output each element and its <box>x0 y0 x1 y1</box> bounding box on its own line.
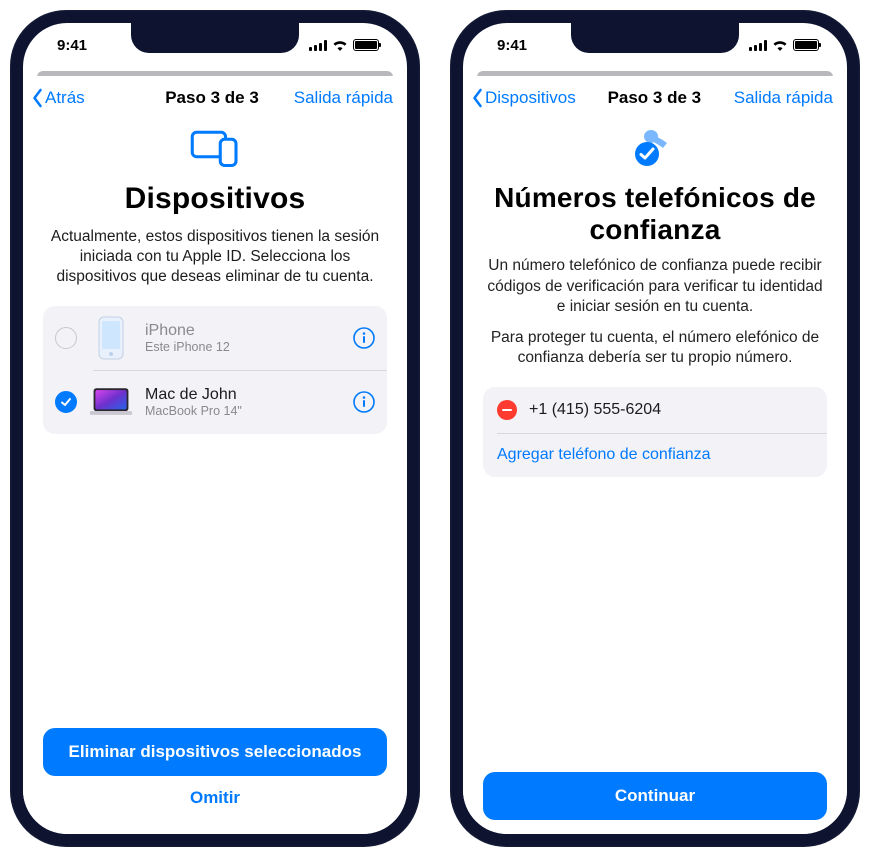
nav-step: Paso 3 de 3 <box>165 88 259 108</box>
phone-trusted-numbers: 9:41 Dispositivos Paso 3 de 3 Salida ráp… <box>450 10 860 847</box>
device-name: Mac de John <box>145 386 341 404</box>
devices-icon <box>43 124 387 172</box>
back-label: Atrás <box>45 88 85 108</box>
status-time: 9:41 <box>57 37 87 54</box>
back-button[interactable]: Dispositivos <box>471 88 576 108</box>
quick-exit-button[interactable]: Salida rápida <box>293 88 393 108</box>
nav-bar: Atrás Paso 3 de 3 Salida rápida <box>23 76 407 116</box>
page-title: Números telefónicos de confianza <box>483 182 827 246</box>
content: Números telefónicos de confianza Un núme… <box>463 116 847 834</box>
checkbox-checked[interactable] <box>55 391 77 413</box>
status-time: 9:41 <box>497 37 527 54</box>
nav-step: Paso 3 de 3 <box>608 88 702 108</box>
back-button[interactable]: Atrás <box>31 88 131 108</box>
trusted-numbers-list: +1 (415) 555-6204 Agregar teléfono de co… <box>483 387 827 477</box>
device-name: iPhone <box>145 322 341 340</box>
trusted-number-value: +1 (415) 555-6204 <box>529 401 661 419</box>
skip-button[interactable]: Omitir <box>43 776 387 820</box>
device-subtitle: MacBook Pro 14" <box>145 404 341 418</box>
cellular-icon <box>309 40 327 51</box>
page-description-1: Un número telefónico de confianza puede … <box>483 256 827 317</box>
phone-devices: 9:41 Atrás Paso 3 de 3 Salida rápida <box>10 10 420 847</box>
info-icon[interactable] <box>353 391 375 413</box>
wifi-icon <box>332 39 348 51</box>
page-description: Actualmente, estos dispositivos tienen l… <box>43 227 387 288</box>
trusted-phone-icon <box>483 124 827 172</box>
device-thumb-iphone <box>89 316 133 360</box>
page-description-2: Para proteger tu cuenta, el número elefó… <box>483 328 827 369</box>
device-subtitle: Este iPhone 12 <box>145 340 341 354</box>
notch <box>571 23 739 53</box>
back-label: Dispositivos <box>485 88 576 108</box>
quick-exit-button[interactable]: Salida rápida <box>733 88 833 108</box>
status-indicators <box>749 39 819 51</box>
screen: 9:41 Dispositivos Paso 3 de 3 Salida ráp… <box>463 23 847 834</box>
sheet: Dispositivos Paso 3 de 3 Salida rápida N… <box>463 76 847 834</box>
remove-icon[interactable] <box>497 400 517 420</box>
info-icon[interactable] <box>353 327 375 349</box>
device-row-iphone[interactable]: iPhone Este iPhone 12 <box>43 306 387 370</box>
device-list: iPhone Este iPhone 12 <box>43 306 387 434</box>
device-thumb-mac <box>89 380 133 424</box>
battery-icon <box>353 39 379 51</box>
page-title: Dispositivos <box>43 182 387 217</box>
cellular-icon <box>749 40 767 51</box>
wifi-icon <box>772 39 788 51</box>
content: Dispositivos Actualmente, estos disposit… <box>23 116 407 834</box>
nav-bar: Dispositivos Paso 3 de 3 Salida rápida <box>463 76 847 116</box>
screen: 9:41 Atrás Paso 3 de 3 Salida rápida <box>23 23 407 834</box>
add-trusted-label: Agregar teléfono de confianza <box>497 446 710 464</box>
device-text: iPhone Este iPhone 12 <box>145 322 341 354</box>
checkbox-unchecked[interactable] <box>55 327 77 349</box>
trusted-number-row[interactable]: +1 (415) 555-6204 <box>483 387 827 433</box>
battery-icon <box>793 39 819 51</box>
remove-selected-button[interactable]: Eliminar dispositivos seleccionados <box>43 728 387 776</box>
device-row-mac[interactable]: Mac de John MacBook Pro 14" <box>43 370 387 434</box>
status-indicators <box>309 39 379 51</box>
continue-button[interactable]: Continuar <box>483 772 827 820</box>
add-trusted-number[interactable]: Agregar teléfono de confianza <box>483 433 827 477</box>
sheet: Atrás Paso 3 de 3 Salida rápida Disposit… <box>23 76 407 834</box>
notch <box>131 23 299 53</box>
device-text: Mac de John MacBook Pro 14" <box>145 386 341 418</box>
